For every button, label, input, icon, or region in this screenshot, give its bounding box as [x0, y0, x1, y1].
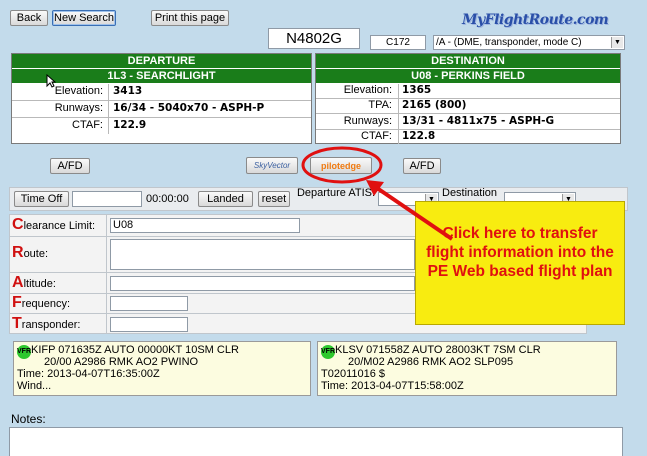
craft-letter: R: [12, 244, 24, 261]
metar-line1: KIFP 071635Z AUTO 00000KT 10SM CLR: [31, 344, 239, 356]
row-label: Elevation:: [54, 85, 103, 97]
elapsed-time: 00:00:00: [146, 193, 189, 205]
afd-destination-button[interactable]: A/FD: [403, 158, 441, 174]
clearance-label: Clearance Limit:: [12, 216, 95, 234]
time-off-field[interactable]: [72, 191, 142, 207]
row-label: Runways:: [54, 102, 103, 114]
new-search-button[interactable]: New Search: [52, 10, 116, 26]
print-button[interactable]: Print this page: [151, 10, 229, 26]
chevron-down-icon: ▼: [611, 37, 623, 48]
reset-button[interactable]: reset: [258, 191, 290, 207]
row-value: 1365: [402, 84, 432, 96]
departure-airport: 1L3 - SEARCHLIGHT: [12, 69, 311, 84]
destination-row-runways: Runways: 13/31 - 4811x75 - ASPH-G: [316, 114, 620, 130]
clearance-limit-input[interactable]: U08: [110, 218, 300, 233]
row-label: CTAF:: [72, 119, 103, 131]
craft-letter: T: [12, 315, 22, 332]
skyvector-button[interactable]: SkyVector: [246, 157, 298, 174]
destination-row-ctaf: CTAF: 122.8: [316, 130, 620, 144]
logo-text: MyFlightRoute.com: [462, 12, 609, 28]
destination-header: DESTINATION: [316, 54, 620, 69]
craft-letter: C: [12, 216, 24, 233]
craft-label-text: oute:: [23, 248, 49, 260]
row-label: CTAF:: [361, 130, 392, 142]
destination-row-elevation: Elevation: 1365: [316, 84, 620, 99]
notes-label: Notes:: [11, 412, 46, 426]
altitude-label: Altitude:: [12, 274, 56, 292]
craft-label-text: learance Limit:: [23, 220, 96, 232]
departure-row-ctaf: CTAF: 122.9: [12, 118, 311, 134]
metar-line2: 20/00 A2986 RMK AO2 PWINO: [44, 356, 199, 368]
landed-button[interactable]: Landed: [198, 191, 253, 207]
departure-header: DEPARTURE: [12, 54, 311, 69]
notes-textarea[interactable]: [9, 427, 623, 456]
metar-destination: VFR KLSV 071558Z AUTO 28003KT 7SM CLR 20…: [317, 341, 617, 396]
craft-label-text: ltitude:: [23, 278, 56, 290]
row-value: 122.8: [402, 130, 436, 142]
craft-letter: A: [12, 274, 24, 291]
callout-arrow-icon: [366, 180, 454, 241]
departure-panel: DEPARTURE 1L3 - SEARCHLIGHT Elevation: 3…: [11, 53, 312, 144]
craft-label-text: ransponder:: [21, 319, 81, 331]
aircraft-type-field[interactable]: C172: [370, 35, 426, 50]
destination-airport: U08 - PERKINS FIELD: [316, 69, 620, 84]
tail-number-field[interactable]: N4802G: [268, 28, 360, 49]
row-label: TPA:: [368, 99, 392, 111]
equipment-select[interactable]: /A - (DME, transponder, mode C) ▼: [433, 35, 625, 50]
destination-panel: DESTINATION U08 - PERKINS FIELD Elevatio…: [315, 53, 621, 144]
metar-line4: Time: 2013-04-07T15:58:00Z: [321, 380, 464, 392]
row-value: 3413: [113, 85, 143, 97]
row-value: 16/34 - 5040x70 - ASPH-P: [113, 102, 265, 114]
route-label: Route:: [12, 244, 48, 262]
metar-departure: VFR KIFP 071635Z AUTO 00000KT 10SM CLR 2…: [13, 341, 311, 396]
frequency-label: Frequency:: [12, 294, 70, 312]
transponder-label: Transponder:: [12, 315, 81, 333]
row-label: Runways:: [343, 115, 392, 127]
row-label: Elevation:: [343, 84, 392, 96]
altitude-input[interactable]: [110, 276, 415, 291]
metar-line2: 20/M02 A2986 RMK AO2 SLP095: [348, 356, 514, 368]
mouse-cursor-icon: [46, 74, 56, 88]
departure-row-elevation: Elevation: 3413: [12, 84, 311, 101]
vfr-badge: VFR: [321, 345, 335, 359]
row-value: 2165 (800): [402, 99, 467, 111]
time-off-button[interactable]: Time Off: [14, 191, 69, 207]
departure-row-runways: Runways: 16/34 - 5040x70 - ASPH-P: [12, 101, 311, 118]
metar-line3: T02011016 $: [321, 368, 386, 380]
metar-line4: Wind...: [17, 380, 52, 392]
metar-line3: Time: 2013-04-07T16:35:00Z: [17, 368, 160, 380]
craft-letter: F: [12, 294, 22, 311]
back-button[interactable]: Back: [10, 10, 48, 26]
row-value: 122.9: [113, 119, 147, 131]
craft-label-text: requency:: [21, 298, 71, 310]
vfr-badge: VFR: [17, 345, 31, 359]
row-value: 13/31 - 4811x75 - ASPH-G: [402, 115, 555, 127]
afd-departure-button[interactable]: A/FD: [50, 158, 90, 174]
transponder-input[interactable]: [110, 317, 188, 332]
frequency-input[interactable]: [110, 296, 188, 311]
destination-row-tpa: TPA: 2165 (800): [316, 99, 620, 114]
metar-line1: KLSV 071558Z AUTO 28003KT 7SM CLR: [335, 344, 541, 356]
equipment-value: /A - (DME, transponder, mode C): [436, 37, 582, 48]
